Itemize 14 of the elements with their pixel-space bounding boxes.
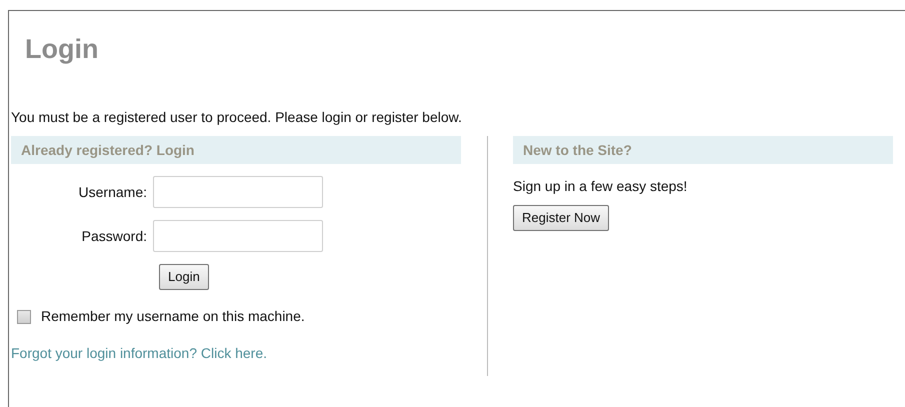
field-label: Username: — [78, 182, 148, 202]
field-label: Password: — [80, 226, 148, 246]
input-field[interactable] — [153, 176, 323, 208]
forgot-login-link[interactable]: Forgot your login information? Click here. — [11, 343, 268, 364]
page-title: Login — [25, 33, 100, 66]
section-heading: Already registered? Login — [11, 136, 461, 164]
checkbox-label: Remember my username on this machine. — [41, 307, 305, 326]
remember-checkbox[interactable] — [17, 310, 31, 324]
intro-text: You must be a registered user to proceed. Please login or register below. — [11, 109, 463, 126]
login-button[interactable]: Login — [159, 264, 209, 290]
input-field[interactable] — [153, 220, 323, 252]
register-button[interactable]: Register Now — [513, 205, 610, 232]
signup-text: Sign up in a few easy steps! — [513, 177, 688, 196]
section-heading: New to the Site? — [513, 136, 893, 164]
